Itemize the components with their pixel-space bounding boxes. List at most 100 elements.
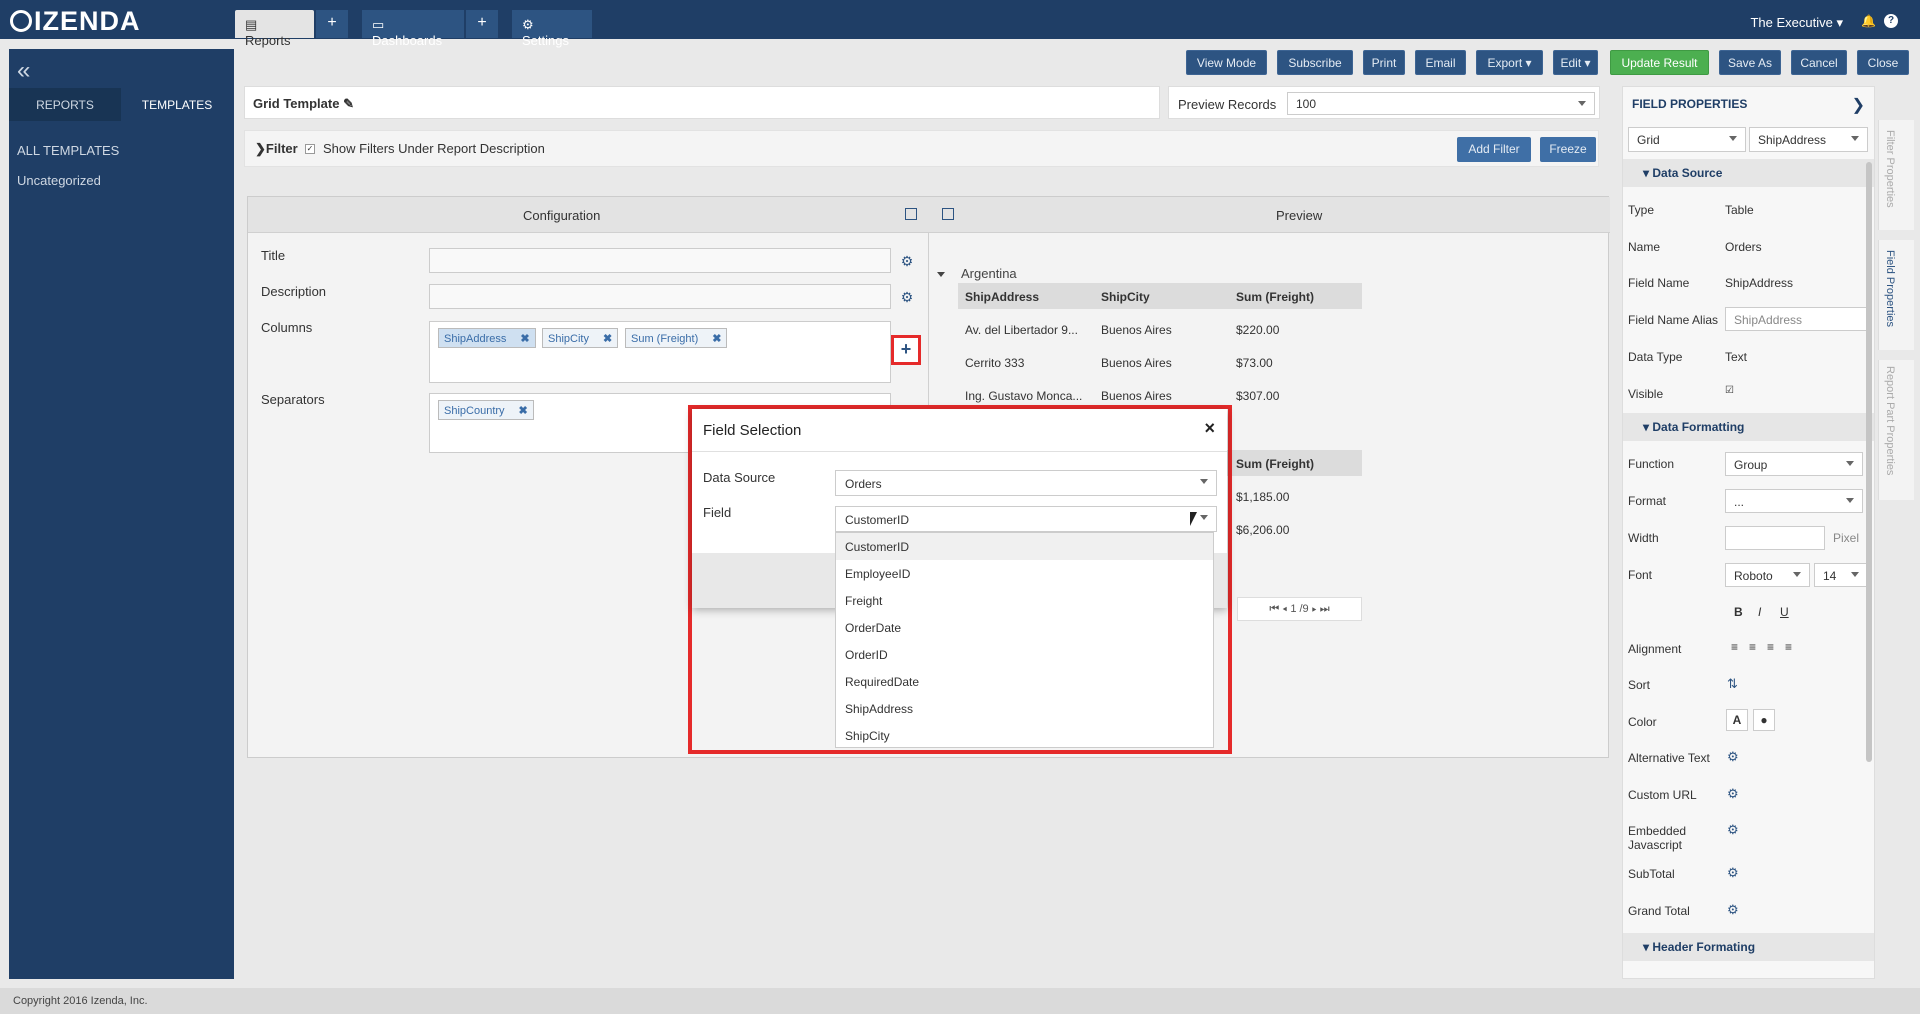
column-header[interactable]: Sum (Freight) (1236, 290, 1314, 304)
data-source-value: Orders (845, 477, 882, 491)
subscribe-button[interactable]: Subscribe (1277, 50, 1353, 75)
logo-icon (10, 10, 32, 32)
fill-color-icon[interactable]: ● (1753, 709, 1775, 731)
preview-records-select[interactable]: 100 (1287, 92, 1595, 115)
dropdown-option[interactable]: ShipCity (836, 722, 1213, 749)
remove-icon[interactable]: ✖ (519, 405, 528, 417)
sidebar-tab-templates[interactable]: TEMPLATES (121, 88, 233, 121)
add-column-button[interactable]: + (891, 335, 921, 365)
pager[interactable]: ⏮ ◂ 1 /9 ▸ ⏭ (1237, 597, 1362, 621)
gear-icon[interactable]: ⚙ (1727, 865, 1739, 881)
template-name[interactable]: Grid Template (253, 96, 339, 111)
freeze-button[interactable]: Freeze (1540, 137, 1596, 162)
field-select[interactable]: ShipAddress (1749, 127, 1868, 152)
sidebar-tab-reports[interactable]: REPORTS (9, 88, 121, 121)
remove-icon[interactable]: ✖ (603, 333, 612, 345)
export-button[interactable]: Export ▾ (1476, 50, 1543, 75)
dropdown-option[interactable]: CustomerID (836, 533, 1213, 560)
gear-icon[interactable]: ⚙ (900, 254, 914, 268)
width-unit: Pixel (1833, 531, 1860, 545)
save-as-button[interactable]: Save As (1719, 50, 1781, 75)
new-report-button[interactable]: + (316, 10, 348, 38)
data-source-section[interactable]: ▾ Data Source (1623, 159, 1874, 187)
sort-icon[interactable]: ⇅ (1727, 676, 1738, 692)
add-filter-button[interactable]: Add Filter (1457, 137, 1531, 162)
izenda-logo[interactable]: IZENDA (10, 6, 141, 37)
filter-toggle[interactable]: ❯Filter (255, 141, 298, 157)
gear-icon[interactable]: ⚙ (1727, 822, 1739, 838)
email-button[interactable]: Email (1415, 50, 1466, 75)
title-input[interactable] (429, 248, 891, 273)
sidebar-item-uncategorized[interactable]: Uncategorized (17, 173, 101, 188)
close-icon[interactable]: × (1204, 418, 1215, 439)
update-result-button[interactable]: Update Result (1610, 50, 1709, 75)
dropdown-option[interactable]: ShipAddress (836, 695, 1213, 722)
data-formatting-section[interactable]: ▾ Data Formatting (1623, 413, 1874, 441)
collapse-sidebar-icon[interactable]: « (17, 57, 30, 85)
chevron-down-icon (1200, 479, 1208, 484)
modal-header: Field Selection × (692, 409, 1227, 452)
column-tag[interactable]: ShipAddress ✖ (438, 328, 536, 348)
alternative-text-label: Alternative Text (1628, 751, 1710, 765)
bell-icon[interactable]: 🔔 (1861, 14, 1876, 28)
column-header[interactable]: ShipAddress (965, 290, 1039, 304)
width-input[interactable] (1725, 526, 1825, 550)
close-button[interactable]: Close (1857, 50, 1909, 75)
collapse-config-icon[interactable] (905, 208, 917, 220)
new-dashboard-button[interactable]: + (466, 10, 498, 38)
copyright-text: Copyright 2016 Izenda, Inc. (13, 995, 148, 1007)
font-size-select[interactable]: 14 (1814, 563, 1868, 587)
collapse-preview-icon[interactable] (942, 208, 954, 220)
dropdown-option[interactable]: EmployeeID (836, 560, 1213, 587)
gear-icon[interactable]: ⚙ (1727, 749, 1739, 765)
grid-select[interactable]: Grid (1628, 127, 1746, 152)
remove-icon[interactable]: ✖ (712, 333, 721, 345)
visible-checkbox[interactable]: ☑ (1725, 385, 1734, 396)
help-icon[interactable]: ? (1884, 14, 1898, 28)
columns-box[interactable]: ShipAddress ✖ ShipCity ✖ Sum (Freight) ✖ (429, 321, 891, 383)
align-icons[interactable]: ≡≡≡≡ (1731, 640, 1803, 654)
dropdown-option[interactable]: OrderDate (836, 614, 1213, 641)
edit-button[interactable]: Edit ▾ (1553, 50, 1598, 75)
chevron-right-icon[interactable]: ❯ (1852, 95, 1865, 115)
mouse-cursor-icon (1190, 512, 1197, 526)
underline-button[interactable]: U (1780, 605, 1789, 619)
gear-icon[interactable]: ⚙ (1727, 902, 1739, 918)
tab-settings[interactable]: ⚙ Settings (512, 10, 592, 48)
remove-icon[interactable]: ✖ (520, 333, 529, 345)
italic-button[interactable]: I (1758, 605, 1761, 619)
bold-button[interactable]: B (1734, 605, 1743, 619)
user-menu[interactable]: The Executive ▾ (1750, 15, 1843, 31)
print-button[interactable]: Print (1363, 50, 1405, 75)
gear-icon[interactable]: ⚙ (1727, 786, 1739, 802)
view-mode-button[interactable]: View Mode (1186, 50, 1267, 75)
name-label: Name (1628, 240, 1661, 254)
tab-reports[interactable]: ▤ Reports (235, 10, 314, 48)
table-cell: $220.00 (1236, 323, 1280, 337)
header-formatting-section[interactable]: ▾ Header Formating (1623, 933, 1874, 961)
dropdown-option[interactable]: Freight (836, 587, 1213, 614)
cancel-button[interactable]: Cancel (1791, 50, 1847, 75)
data-source-select[interactable]: Orders (835, 470, 1217, 496)
sidebar-item-all-templates[interactable]: ALL TEMPLATES (17, 143, 119, 158)
gear-icon[interactable]: ⚙ (900, 290, 914, 304)
column-header[interactable]: ShipCity (1101, 290, 1150, 304)
column-header[interactable]: Sum (Freight) (1236, 457, 1314, 471)
pencil-icon[interactable]: ✎ (343, 96, 354, 111)
tab-dashboards[interactable]: ▭ Dashboards (362, 10, 464, 48)
field-alias-input[interactable]: ShipAddress (1725, 307, 1869, 331)
collapse-group-icon[interactable] (937, 272, 945, 277)
font-color-icon[interactable]: A (1726, 709, 1748, 731)
description-input[interactable] (429, 284, 891, 309)
field-select[interactable]: CustomerID (835, 506, 1217, 532)
font-family-select[interactable]: Roboto (1725, 563, 1810, 587)
properties-scrollbar[interactable] (1866, 162, 1872, 762)
format-select[interactable]: ... (1725, 489, 1863, 513)
separator-tag[interactable]: ShipCountry ✖ (438, 400, 534, 420)
dropdown-option[interactable]: RequiredDate (836, 668, 1213, 695)
function-select[interactable]: Group (1725, 452, 1863, 476)
dropdown-option[interactable]: OrderID (836, 641, 1213, 668)
show-filters-checkbox[interactable]: ✓ (305, 144, 315, 154)
column-tag[interactable]: ShipCity ✖ (542, 328, 619, 348)
column-tag[interactable]: Sum (Freight) ✖ (625, 328, 728, 348)
